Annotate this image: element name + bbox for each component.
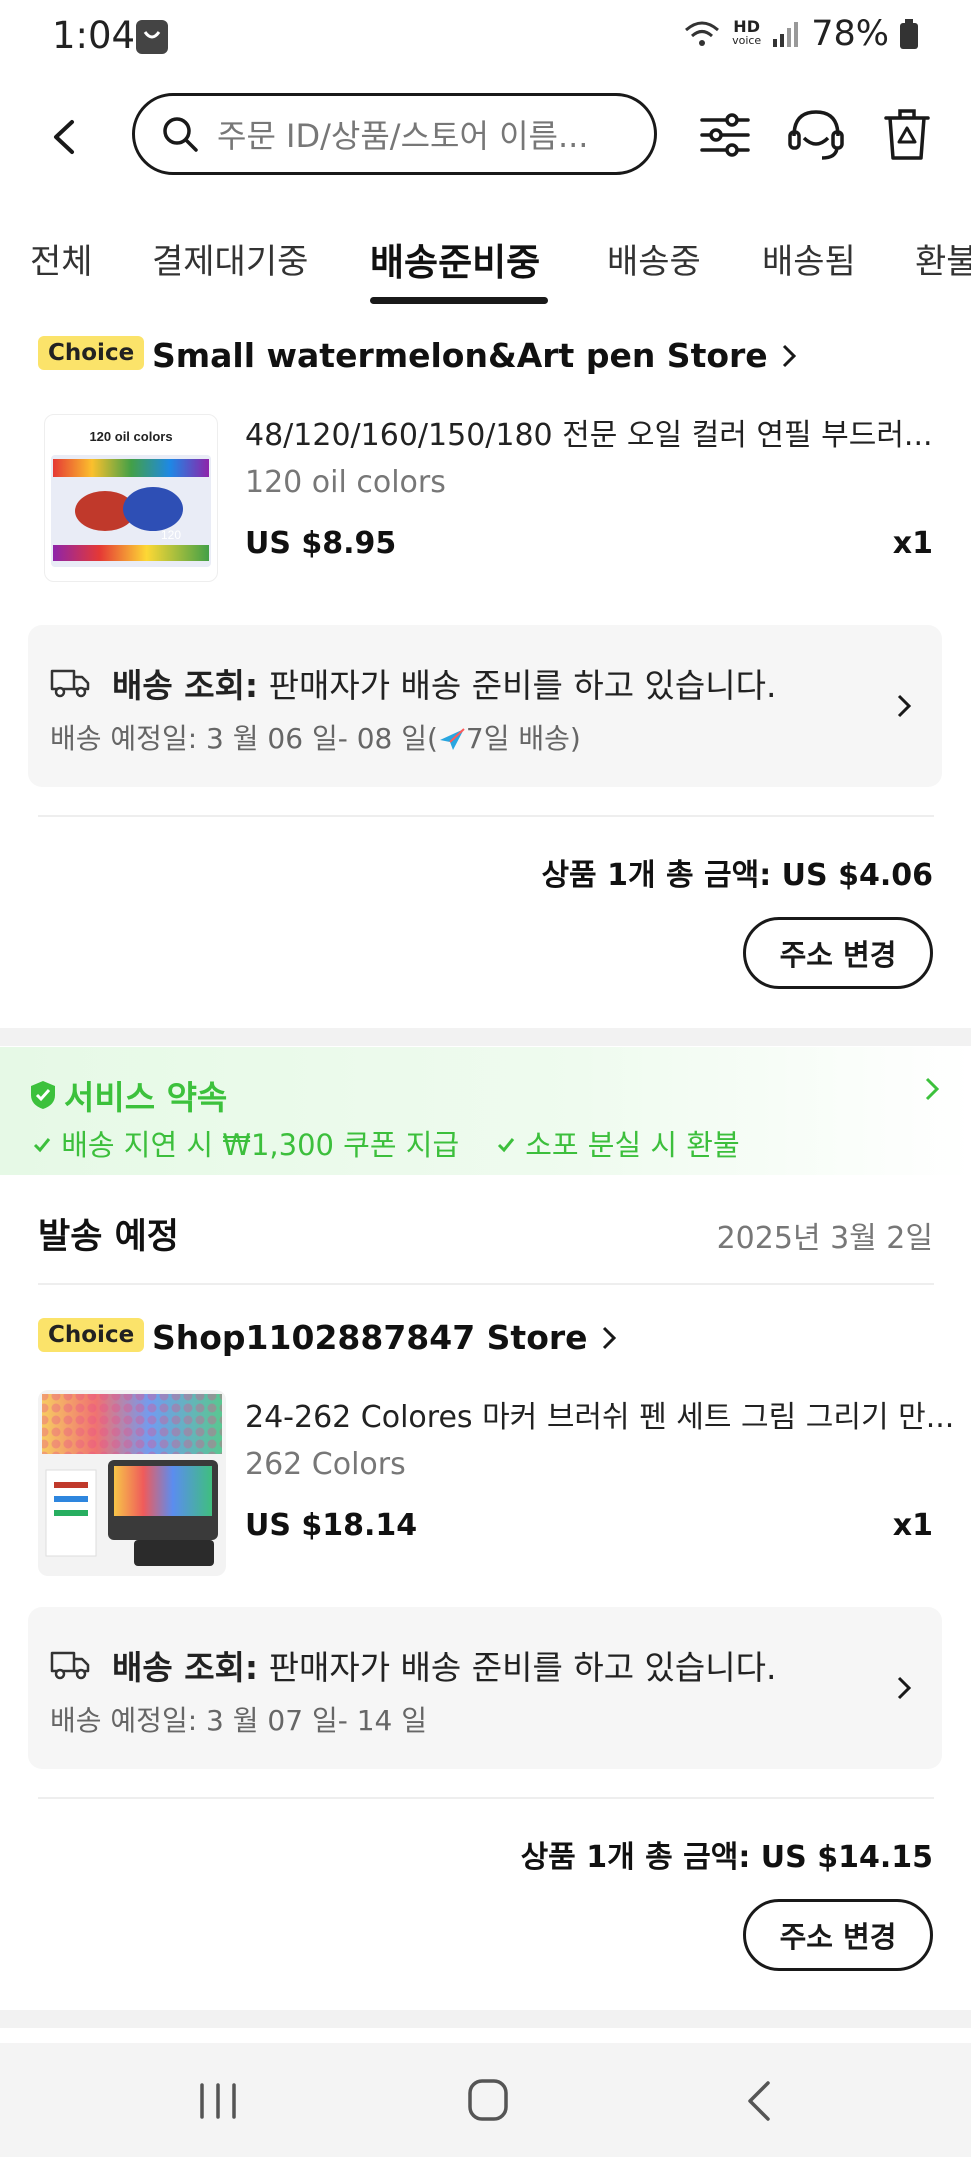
- product-image[interactable]: 120 oil colors 120: [44, 414, 218, 582]
- shipment-status-text: 판매자가 배송 준비를 하고 있습니다.: [258, 666, 777, 705]
- product-title[interactable]: 24-262 Colores 마커 브러쉬 펜 세트 그림 그리기 만...: [245, 1392, 971, 1436]
- product-title[interactable]: 48/120/160/150/180 전문 오일 컬러 연필 부드러...: [245, 410, 971, 454]
- filter-button[interactable]: [698, 108, 752, 162]
- product-variant: 120 oil colors: [245, 465, 446, 500]
- chevron-right-icon: [783, 344, 797, 368]
- order-total: 상품 1개 총 금액: US $4.06: [541, 858, 933, 893]
- shipment-status-label: 배송 조회:: [112, 1648, 259, 1687]
- oil-pencil-box-image: 120 oil colors 120: [51, 429, 211, 567]
- tab-all[interactable]: 전체: [30, 234, 93, 283]
- wifi-icon: [685, 21, 720, 46]
- check-icon: [33, 1138, 51, 1153]
- battery-percent: 78%: [811, 14, 889, 54]
- choice-badge-label: Choice: [38, 336, 145, 370]
- system-navigation-bar: [0, 2043, 971, 2157]
- service-promise-title: 서비스 약속: [64, 1078, 228, 1117]
- shipment-status-label: 배송 조회:: [112, 666, 259, 705]
- chevron-right-icon: [925, 1077, 940, 1101]
- status-time: 1:04: [52, 14, 136, 57]
- choice-badge: Choice: [38, 1318, 145, 1352]
- store-link[interactable]: Shop1102887847 Store: [152, 1318, 619, 1357]
- thumb-number: 120: [161, 528, 181, 542]
- change-address-button[interactable]: 주소 변경: [743, 917, 933, 989]
- product-image[interactable]: [38, 1390, 226, 1576]
- product-price: US $8.95: [245, 526, 397, 561]
- signal-icon: [773, 22, 799, 47]
- service-item-label: 배송 지연 시 ₩1,300 쿠폰 지급: [61, 1128, 460, 1162]
- notification-icon: [136, 20, 168, 54]
- service-item-loss-refund: 소포 분실 시 환불: [496, 1122, 740, 1164]
- trash-recycle-icon: [884, 109, 930, 160]
- change-address-button[interactable]: 주소 변경: [743, 1899, 933, 1971]
- dispatch-schedule-title: 발송 예정: [38, 1217, 179, 1257]
- tab-in-transit[interactable]: 배송중: [607, 234, 701, 283]
- shipment-tracking[interactable]: 배송 조회: 판매자가 배송 준비를 하고 있습니다. 배송 예정일: 3 월 …: [28, 1607, 942, 1769]
- delivery-estimate: 배송 예정일: 3 월 06 일- 08 일( 7일 배송): [50, 717, 581, 757]
- choice-badge-label: Choice: [38, 1318, 145, 1352]
- dispatch-schedule-date: 2025년 3월 2일: [716, 1221, 933, 1256]
- status-indicators: HD voice 78%: [682, 14, 919, 54]
- service-item-label: 소포 분실 시 환불: [525, 1128, 740, 1162]
- search-input[interactable]: 주문 ID/상품/스토어 이름...: [132, 93, 657, 175]
- product-price: US $18.14: [245, 1508, 418, 1543]
- chevron-right-icon: [897, 694, 912, 718]
- tab-delivered[interactable]: 배송됨: [762, 234, 856, 283]
- active-tab-indicator: [370, 297, 548, 304]
- chevron-right-icon: [897, 1676, 912, 1700]
- search-icon: [163, 117, 198, 152]
- tab-awaiting-payment[interactable]: 결제대기중: [152, 234, 308, 283]
- recent-apps-icon[interactable]: [196, 2081, 240, 2121]
- service-promise-banner[interactable]: 서비스 약속 배송 지연 시 ₩1,300 쿠폰 지급 소포 분실 시 환불: [0, 1047, 971, 1175]
- hd-label: HD: [733, 17, 760, 36]
- product-quantity: x1: [892, 1508, 933, 1543]
- product-quantity: x1: [892, 526, 933, 561]
- chevron-left-icon: [54, 120, 74, 154]
- service-promise-header: 서비스 약속: [30, 1071, 227, 1119]
- divider: [38, 1283, 934, 1285]
- back-button[interactable]: [40, 112, 90, 162]
- shield-check-icon: [31, 1081, 55, 1109]
- filter-sliders-icon: [700, 113, 750, 157]
- chevron-right-icon: [602, 1326, 617, 1350]
- marker-set-image: [42, 1394, 222, 1566]
- order-status-tabs: 전체 결제대기중 배송준비중 배송중 배송됨 환불: [0, 222, 971, 304]
- voice-label: voice: [732, 34, 762, 47]
- shipment-status: 배송 조회: 판매자가 배송 준비를 하고 있습니다.: [112, 659, 776, 707]
- shipment-status: 배송 조회: 판매자가 배송 준비를 하고 있습니다.: [112, 1641, 776, 1689]
- product-variant: 262 Colors: [245, 1447, 406, 1482]
- thumb-label: 120 oil colors: [89, 429, 172, 444]
- delivery-estimate-text: 배송 예정일: 3 월 06 일- 08 일(: [50, 722, 438, 755]
- hd-voice-indicator: HD voice: [732, 17, 762, 48]
- delivery-days-text: 7일 배송): [465, 722, 581, 755]
- home-icon[interactable]: [466, 2077, 510, 2123]
- delete-orders-button[interactable]: [882, 106, 932, 164]
- choice-badge: Choice: [38, 336, 145, 370]
- truck-icon: [50, 669, 90, 698]
- section-gap: [0, 2010, 971, 2028]
- divider: [38, 815, 934, 817]
- service-item-delay-coupon: 배송 지연 시 ₩1,300 쿠폰 지급: [32, 1122, 459, 1164]
- shipment-status-text: 판매자가 배송 준비를 하고 있습니다.: [258, 1648, 777, 1687]
- battery-icon: [900, 19, 918, 49]
- search-placeholder: 주문 ID/상품/스토어 이름...: [217, 117, 589, 155]
- order-total: 상품 1개 총 금액: US $14.15: [520, 1840, 933, 1875]
- check-icon: [497, 1138, 515, 1153]
- shipment-tracking[interactable]: 배송 조회: 판매자가 배송 준비를 하고 있습니다. 배송 예정일: 3 월 …: [28, 625, 942, 787]
- delivery-estimate: 배송 예정일: 3 월 07 일- 14 일: [50, 1704, 427, 1737]
- tab-preparing-shipment[interactable]: 배송준비중: [370, 232, 540, 286]
- store-name: Small watermelon&Art pen Store: [152, 336, 768, 375]
- truck-icon: [50, 1651, 90, 1680]
- headset-icon: [788, 110, 844, 160]
- divider: [38, 1797, 934, 1799]
- store-name: Shop1102887847 Store: [152, 1318, 588, 1357]
- tab-refund[interactable]: 환불: [915, 234, 971, 283]
- section-gap: [0, 1028, 971, 1046]
- airplane-icon: [439, 728, 465, 750]
- store-link[interactable]: Small watermelon&Art pen Store: [152, 336, 799, 375]
- customer-service-button[interactable]: [786, 106, 846, 164]
- back-nav-icon[interactable]: [742, 2079, 778, 2123]
